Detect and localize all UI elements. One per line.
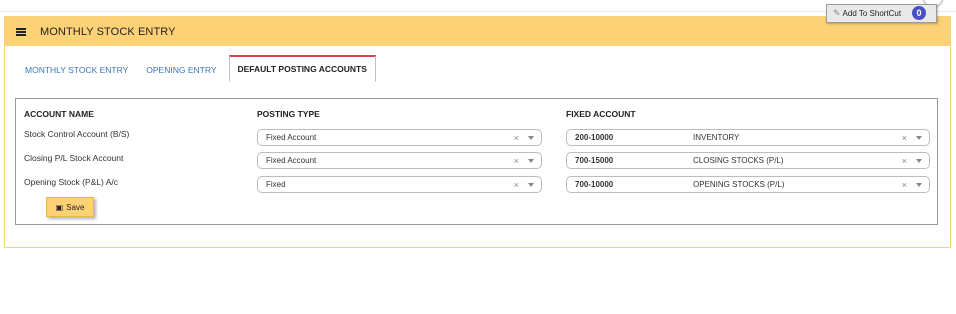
save-label: Save [66,202,85,212]
save-button[interactable]: ▣ Save [46,197,94,217]
fixed-account-name: CLOSING STOCKS (P/L) [693,156,784,165]
posting-type-select[interactable]: Fixed Account × [257,129,542,146]
posting-type-value: Fixed Account [266,133,317,142]
posting-type-value: Fixed Account [266,156,317,165]
add-to-shortcut-label: Add To ShortCut [842,9,902,18]
clear-x-icon[interactable]: × [902,156,907,166]
row-account-name: Opening Stock (P&L) A/c [24,177,119,187]
top-divider [0,11,956,12]
posting-type-value: Fixed [266,180,286,189]
tab-default-posting-accounts[interactable]: DEFAULT POSTING ACCOUNTS [228,55,376,82]
fixed-account-select[interactable]: 700-10000 OPENING STOCKS (P/L) × [566,176,930,193]
fixed-account-code: 700-10000 [575,180,614,189]
clear-x-icon[interactable]: × [902,133,907,143]
clear-x-icon[interactable]: × [514,133,519,143]
row-account-name: Stock Control Account (B/S) [24,129,130,139]
floppy-disk-icon: ▣ [55,202,64,212]
fixed-account-select[interactable]: 200-10000 INVENTORY × [566,129,930,146]
panel-header: MONTHLY STOCK ENTRY [5,17,950,46]
caret-down-icon[interactable] [916,159,922,163]
fixed-account-header: FIXED ACCOUNT [566,109,636,119]
caret-down-icon[interactable] [916,183,922,187]
hamburger-icon[interactable] [16,27,26,36]
fixed-account-name: OPENING STOCKS (P/L) [693,180,785,189]
caret-down-icon[interactable] [916,136,922,140]
fixed-account-code: 200-10000 [575,133,614,142]
shortcut-count-badge: 0 [912,6,926,20]
tab-opening-entry[interactable]: OPENING ENTRY [140,58,222,82]
fixed-account-select[interactable]: 700-15000 CLOSING STOCKS (P/L) × [566,152,930,169]
clear-x-icon[interactable]: × [514,180,519,190]
fixed-account-code: 700-15000 [575,156,614,165]
posting-accounts-form: ACCOUNT NAME POSTING TYPE FIXED ACCOUNT … [15,98,938,225]
clear-x-icon[interactable]: × [514,156,519,166]
posting-type-select[interactable]: Fixed × [257,176,542,193]
fixed-account-name: INVENTORY [693,133,740,142]
posting-type-header: POSTING TYPE [257,109,320,119]
clear-x-icon[interactable]: × [902,180,907,190]
tab-bar: MONTHLY STOCK ENTRY OPENING ENTRY DEFAUL… [19,55,376,82]
tab-monthly-stock-entry[interactable]: MONTHLY STOCK ENTRY [19,58,134,82]
caret-down-icon[interactable] [528,183,534,187]
pencil-icon: ✎ [833,8,841,18]
caret-down-icon[interactable] [528,159,534,163]
posting-type-select[interactable]: Fixed Account × [257,152,542,169]
caret-down-icon[interactable] [528,136,534,140]
row-account-name: Closing P/L Stock Account [24,153,124,163]
account-name-header: ACCOUNT NAME [24,109,94,119]
page-title: MONTHLY STOCK ENTRY [40,25,176,38]
